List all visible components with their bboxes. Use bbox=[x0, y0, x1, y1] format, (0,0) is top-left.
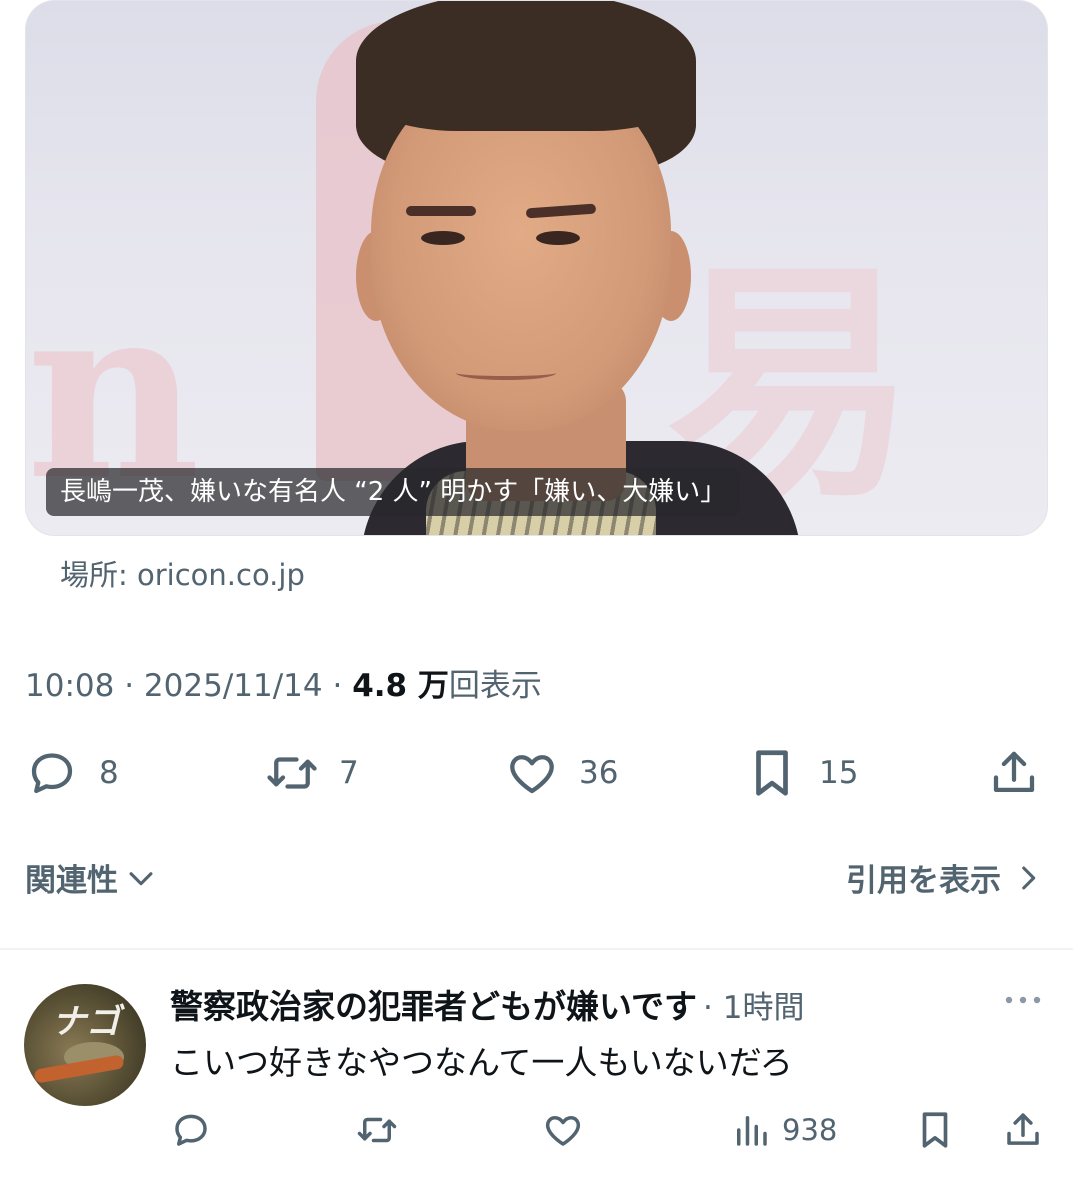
sort-dropdown[interactable]: 関連性 bbox=[25, 855, 158, 900]
retweet-button[interactable]: 7 bbox=[265, 742, 359, 804]
link-source[interactable]: 場所: oricon.co.jp bbox=[60, 552, 305, 594]
person-eye bbox=[536, 231, 580, 245]
reply-icon bbox=[31, 753, 73, 794]
view-quotes-label: 引用を表示 bbox=[846, 863, 1001, 899]
person-eye bbox=[421, 231, 465, 245]
divider bbox=[0, 948, 1073, 950]
link-card-image[interactable]: n 易 bbox=[25, 0, 1048, 536]
meta-separator: · bbox=[332, 668, 343, 704]
tweet-action-bar: 8 7 36 15 bbox=[25, 742, 1045, 804]
reply-count: 8 bbox=[99, 755, 119, 791]
reply-header: 警察政治家の犯罪者どもが嫌いです · 1時間 bbox=[170, 980, 804, 1028]
reply-reply-button[interactable] bbox=[170, 1108, 212, 1152]
heart-icon bbox=[510, 755, 554, 794]
reply-item[interactable]: ナゴ 警察政治家の犯罪者どもが嫌いです · 1時間 こいつ好きなやつなんて一人も… bbox=[0, 960, 1073, 1200]
reply-share-button[interactable] bbox=[1002, 1108, 1044, 1152]
reply-button[interactable]: 8 bbox=[25, 742, 119, 804]
avatar-text: ナゴ bbox=[52, 1002, 120, 1042]
bookmark-icon bbox=[922, 1112, 948, 1148]
bookmark-icon bbox=[756, 750, 788, 796]
reply-like-button[interactable] bbox=[542, 1108, 584, 1152]
person-brow bbox=[406, 206, 476, 216]
chevron-right-icon bbox=[1022, 866, 1036, 889]
view-quotes-link[interactable]: 引用を表示 bbox=[846, 855, 1045, 900]
reply-icon bbox=[175, 1114, 207, 1146]
sort-label: 関連性 bbox=[25, 863, 118, 899]
person-mouth bbox=[456, 366, 556, 380]
reply-bookmark-button[interactable] bbox=[914, 1108, 956, 1152]
tweet-time[interactable]: 10:08 bbox=[25, 668, 114, 704]
views-label: 回表示 bbox=[448, 668, 542, 704]
tweet-meta: 10:08 · 2025/11/14 · 4.8 万回表示 bbox=[25, 660, 542, 705]
tweet-date[interactable]: 2025/11/14 bbox=[144, 668, 323, 704]
share-icon bbox=[993, 751, 1035, 793]
reply-retweet-button[interactable] bbox=[356, 1108, 398, 1152]
share-button[interactable] bbox=[987, 742, 1041, 804]
reply-views-button[interactable]: 938 bbox=[730, 1108, 837, 1152]
analytics-icon bbox=[737, 1116, 767, 1146]
link-card-caption[interactable]: 長嶋一茂、嫌いな有名人 “2 人” 明かす「嫌い、大嫌い」 bbox=[46, 468, 741, 516]
share-icon bbox=[1007, 1113, 1039, 1145]
retweet-count: 7 bbox=[339, 755, 359, 791]
more-options-icon[interactable] bbox=[1003, 990, 1043, 1010]
like-button[interactable]: 36 bbox=[505, 742, 618, 804]
person-hair-top bbox=[356, 1, 696, 131]
reply-text: こいつ好きなやつなんて一人もいないだろ bbox=[170, 1043, 793, 1082]
retweet-icon bbox=[267, 757, 317, 789]
reply-views-count: 938 bbox=[782, 1113, 838, 1147]
chevron-down-icon bbox=[129, 871, 153, 885]
views-count: 4.8 万 bbox=[352, 668, 449, 704]
reply-author-name[interactable]: 警察政治家の犯罪者どもが嫌いです bbox=[170, 980, 697, 1028]
reply-time[interactable]: · 1時間 bbox=[703, 982, 804, 1027]
avatar[interactable]: ナゴ bbox=[24, 984, 146, 1106]
bookmark-count: 15 bbox=[819, 755, 859, 791]
bookmark-button[interactable]: 15 bbox=[745, 742, 858, 804]
meta-separator: · bbox=[124, 668, 135, 704]
heart-icon bbox=[545, 1116, 581, 1146]
reply-action-bar: 938 bbox=[170, 1108, 1050, 1152]
retweet-icon bbox=[357, 1117, 397, 1143]
reply-filter-row: 関連性 引用を表示 bbox=[25, 855, 1045, 911]
like-count: 36 bbox=[579, 755, 619, 791]
